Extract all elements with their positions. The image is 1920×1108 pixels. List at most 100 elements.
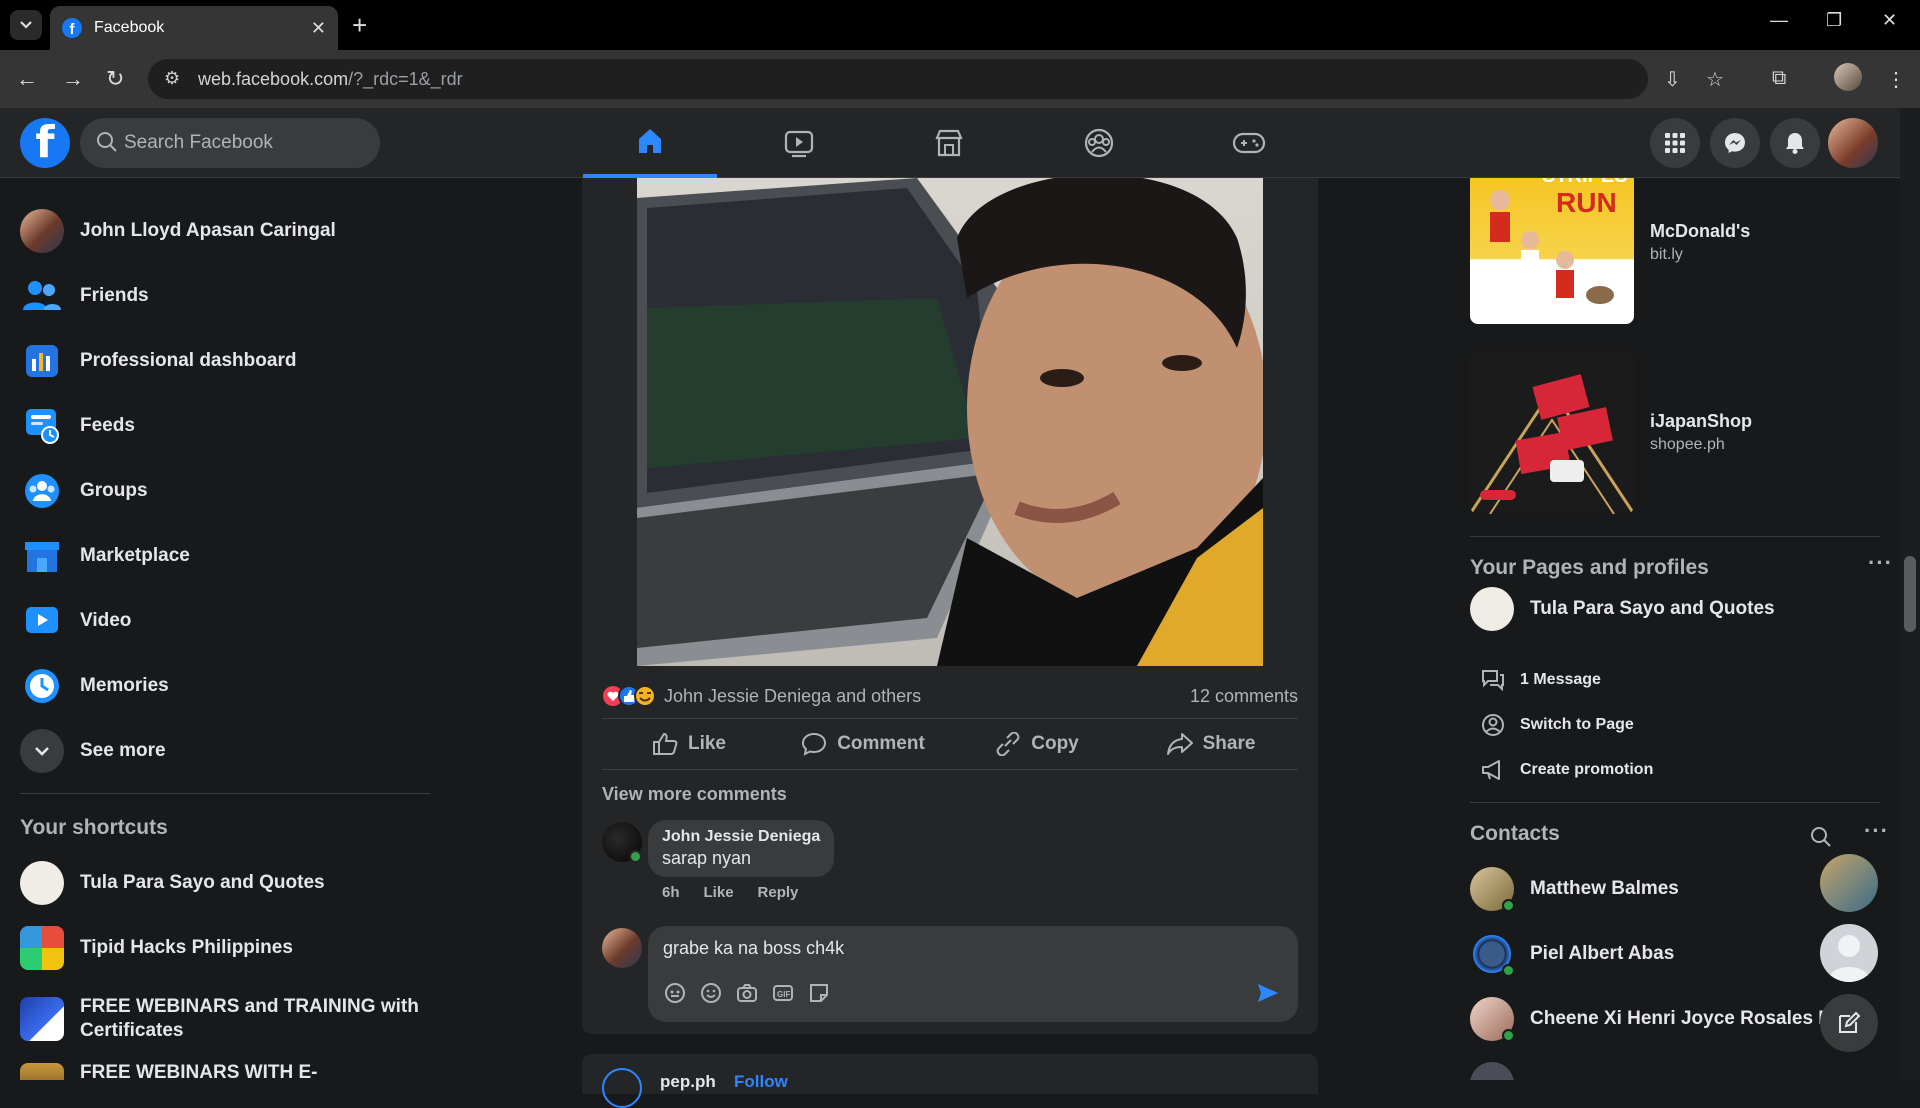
- chevron-down-icon: [20, 21, 32, 29]
- contact-item[interactable]: [1470, 1055, 1890, 1080]
- marketplace-icon: [20, 534, 64, 578]
- pages-heading: Your Pages and profiles: [1470, 556, 1709, 579]
- tab-groups[interactable]: [1032, 108, 1166, 178]
- comment-author[interactable]: John Jessie Deniega: [662, 828, 820, 846]
- contacts-heading: Contacts: [1470, 822, 1560, 845]
- tab-home[interactable]: [583, 108, 717, 178]
- comment-reply-link[interactable]: Reply: [758, 884, 799, 901]
- sponsored-ad[interactable]: STRIPES RUN McDonald's bit.ly: [1470, 178, 1890, 324]
- account-avatar[interactable]: [1828, 118, 1878, 168]
- reload-icon[interactable]: ↻: [106, 66, 124, 92]
- new-message-button[interactable]: [1820, 994, 1878, 1052]
- ad-title: McDonald's: [1650, 220, 1751, 241]
- close-tab-icon[interactable]: ✕: [311, 18, 326, 39]
- forward-icon[interactable]: →: [62, 66, 84, 92]
- shortcut-item[interactable]: FREE WEBINARS and TRAINING with Certific…: [8, 984, 428, 1054]
- tab-search-dropdown[interactable]: [10, 10, 42, 40]
- contact-name: Matthew Balmes: [1530, 878, 1679, 899]
- page-logo: [20, 861, 64, 905]
- sidebar-item-see-more[interactable]: See more: [8, 722, 428, 780]
- pages-more-icon[interactable]: ···: [1868, 550, 1893, 576]
- page-profile-item[interactable]: Tula Para Sayo and Quotes: [1470, 580, 1890, 638]
- page-message-item[interactable]: 1 Message: [1480, 668, 1601, 692]
- switch-to-page-item[interactable]: Switch to Page: [1480, 713, 1634, 737]
- search-input[interactable]: Search Facebook: [80, 118, 380, 168]
- emoji-icon[interactable]: [700, 982, 722, 1004]
- copy-button[interactable]: Copy: [950, 719, 1124, 769]
- sidebar-item-video[interactable]: Video: [8, 592, 428, 650]
- tab-marketplace[interactable]: [882, 108, 1016, 178]
- site-info-icon[interactable]: ⚙: [164, 68, 180, 89]
- post-photo[interactable]: [637, 178, 1263, 666]
- chat-head-avatar[interactable]: [1820, 854, 1878, 912]
- back-icon[interactable]: ←: [16, 66, 38, 92]
- reactions-summary[interactable]: John Jessie Deniega and others 12 commen…: [602, 676, 1298, 716]
- sticker-icon[interactable]: [808, 982, 830, 1004]
- close-window-icon[interactable]: ✕: [1882, 10, 1897, 31]
- gif-icon[interactable]: GIF: [772, 982, 794, 1004]
- avatar-sticker-icon[interactable]: [664, 982, 686, 1004]
- shortcut-item[interactable]: Tipid Hacks Philippines: [8, 919, 428, 977]
- sidebar-item-memories[interactable]: Memories: [8, 657, 428, 715]
- page-scrollbar[interactable]: [1900, 108, 1920, 1080]
- bookmark-star-icon[interactable]: ☆: [1706, 67, 1724, 92]
- address-bar[interactable]: ⚙ web.facebook.com/?_rdc=1&_rdr: [148, 59, 1648, 99]
- sidebar-item-feeds[interactable]: Feeds: [8, 397, 428, 455]
- facebook-logo-icon[interactable]: f: [20, 118, 70, 168]
- share-button[interactable]: Share: [1124, 719, 1298, 769]
- minimize-icon[interactable]: —: [1770, 10, 1788, 31]
- view-more-comments[interactable]: View more comments: [602, 784, 787, 805]
- shortcut-item[interactable]: FREE WEBINARS WITH E-CERTIFICATES: [8, 1056, 428, 1080]
- shortcut-item[interactable]: Tula Para Sayo and Quotes: [8, 854, 428, 912]
- comment-like-link[interactable]: Like: [704, 884, 734, 901]
- sidebar-item-profile[interactable]: John Lloyd Apasan Caringal: [8, 202, 428, 260]
- sidebar-item-friends[interactable]: Friends: [8, 267, 428, 325]
- comment-label: Comment: [837, 733, 925, 754]
- next-post-author[interactable]: pep.ph: [660, 1072, 716, 1092]
- sidebar-item-groups[interactable]: Groups: [8, 462, 428, 520]
- new-tab-button[interactable]: +: [352, 10, 367, 41]
- chat-head-avatar[interactable]: [1820, 924, 1878, 982]
- scrollbar-thumb[interactable]: [1904, 556, 1916, 632]
- contact-name: Cheene Xi Henri Joyce Rosales Ma: [1530, 1008, 1845, 1029]
- create-promotion-item[interactable]: Create promotion: [1480, 758, 1653, 782]
- ad-site: bit.ly: [1650, 245, 1683, 263]
- camera-icon[interactable]: [736, 982, 758, 1004]
- shortcut-label: FREE WEBINARS WITH E-CERTIFICATES: [80, 1062, 318, 1080]
- comment-count[interactable]: 12 comments: [1190, 686, 1298, 707]
- notifications-button[interactable]: [1770, 118, 1820, 168]
- facebook-favicon-icon: f: [62, 18, 82, 38]
- shortcuts-heading: Your shortcuts: [20, 816, 168, 839]
- sidebar-item-professional-dashboard[interactable]: Professional dashboard: [8, 332, 428, 390]
- menu-button[interactable]: [1650, 118, 1700, 168]
- comment-bubble: John Jessie Deniega sarap nyan: [648, 820, 835, 877]
- groups-icon: [20, 469, 64, 513]
- sidebar-item-marketplace[interactable]: Marketplace: [8, 527, 428, 585]
- url-path: /?_rdc=1&_rdr: [348, 68, 463, 89]
- comment-input[interactable]: grabe ka na boss ch4k GIF: [648, 926, 1298, 1022]
- comment-time[interactable]: 6h: [662, 884, 680, 901]
- follow-link[interactable]: Follow: [734, 1072, 788, 1092]
- messenger-button[interactable]: [1710, 118, 1760, 168]
- like-button[interactable]: Like: [602, 719, 776, 769]
- tab-video[interactable]: [732, 108, 866, 178]
- comment-button[interactable]: Comment: [776, 719, 950, 769]
- install-app-icon[interactable]: ⇩: [1664, 67, 1681, 92]
- url-host: web.facebook.com: [198, 68, 349, 89]
- search-icon[interactable]: [1810, 826, 1832, 848]
- browser-profile-avatar[interactable]: [1834, 63, 1862, 91]
- page-name: Tula Para Sayo and Quotes: [1530, 598, 1775, 619]
- my-avatar[interactable]: [602, 928, 642, 968]
- extensions-icon[interactable]: ⧉: [1772, 67, 1786, 90]
- sidebar-item-label: Marketplace: [80, 545, 190, 567]
- next-post-avatar[interactable]: [602, 1068, 642, 1108]
- send-icon[interactable]: [1256, 982, 1280, 1004]
- browser-menu-icon[interactable]: ⋮: [1886, 67, 1906, 92]
- sponsored-ad[interactable]: iJapanShop shopee.ph: [1470, 350, 1890, 514]
- svg-text:RUN: RUN: [1556, 187, 1617, 218]
- browser-tab-facebook[interactable]: f Facebook ✕: [50, 6, 338, 50]
- restore-icon[interactable]: ❐: [1826, 10, 1842, 31]
- contacts-more-icon[interactable]: ···: [1864, 818, 1889, 844]
- tab-gaming[interactable]: [1182, 108, 1316, 178]
- reactors-text: John Jessie Deniega and others: [664, 685, 922, 706]
